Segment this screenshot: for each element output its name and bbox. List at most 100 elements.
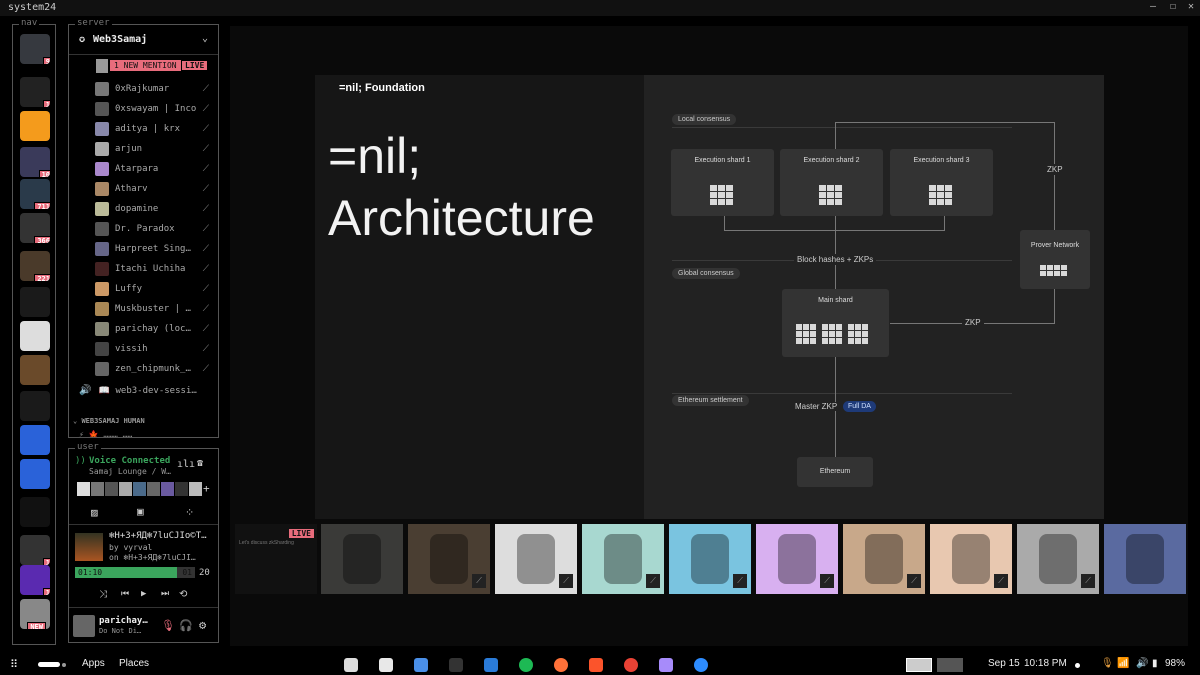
shuffle-icon[interactable]: ⤨ <box>99 589 107 600</box>
voice-participant-avatar[interactable] <box>161 482 174 496</box>
category-header[interactable]: ⌄ WEB3SAMAJ HUMAN <box>73 417 145 425</box>
nav-server-ossu[interactable] <box>20 459 50 489</box>
participant-tile[interactable]: ⟋ <box>843 524 925 594</box>
member-row[interactable]: Dr. Paradox ⟋ <box>95 220 215 238</box>
member-row[interactable]: zen_chipmunk_… ⟋ <box>95 360 215 378</box>
mute-icon[interactable]: 🎙 <box>161 619 175 632</box>
workspace-1[interactable] <box>906 658 932 672</box>
nav-server-uno[interactable] <box>20 111 50 141</box>
date[interactable]: Sep 15 <box>988 658 1020 669</box>
voice-participant-avatar[interactable] <box>189 482 202 496</box>
member-row[interactable]: aditya | krx ⟋ <box>95 120 215 138</box>
spotify-icon[interactable] <box>519 658 533 672</box>
nav-server-discord[interactable]: 9 <box>20 34 50 64</box>
participant-tile[interactable]: ⟋ <box>582 524 664 594</box>
nav-server-folder-group-3[interactable]: 366 <box>20 213 50 243</box>
member-row[interactable]: parichay (loc… ⟋ <box>95 320 215 338</box>
video-off-icon[interactable]: ▨ <box>91 506 98 519</box>
settings-gear-icon[interactable]: ⚙ <box>199 618 206 632</box>
text-editor-icon[interactable] <box>379 658 393 672</box>
nav-server-shield-server[interactable] <box>20 425 50 455</box>
files-icon[interactable] <box>414 658 428 672</box>
participant-tile[interactable]: ⟋ <box>408 524 490 594</box>
member-row[interactable]: 0xswayam | Inco ⟋ <box>95 100 215 118</box>
chevron-down-icon[interactable]: ⌄ <box>202 33 208 44</box>
member-row[interactable]: Luffy ⟋ <box>95 280 215 298</box>
nav-server-devpara[interactable]: 1 <box>20 565 50 595</box>
microphone-icon[interactable]: 🎙 <box>1101 658 1114 669</box>
play-icon[interactable]: ▶ <box>141 589 146 599</box>
nav-server-new-server[interactable]: NEW <box>20 599 50 629</box>
voice-participant-avatar[interactable] <box>105 482 118 496</box>
close-icon[interactable]: ✕ <box>1184 1 1198 12</box>
wifi-icon[interactable]: 📶 <box>1117 658 1129 669</box>
member-row[interactable]: 0xRajkumar ⟋ <box>95 80 215 98</box>
participant-tile[interactable]: ⟋ <box>669 524 751 594</box>
nav-server-server-2[interactable]: 1 <box>20 77 50 107</box>
minimize-icon[interactable]: — <box>1146 1 1160 12</box>
member-row[interactable]: Muskbuster | … ⟋ <box>95 300 215 318</box>
participant-tile[interactable] <box>321 524 403 594</box>
workspace-indicator[interactable] <box>38 662 60 667</box>
vscode-icon[interactable] <box>484 658 498 672</box>
add-icon[interactable]: + <box>203 482 210 495</box>
nav-server-t-server[interactable] <box>20 497 50 527</box>
participant-tile[interactable]: ⟋ <box>495 524 577 594</box>
discord-app-icon[interactable] <box>659 658 673 672</box>
progress-bar[interactable]: 01:10 01 <box>75 567 195 578</box>
member-row[interactable]: vissih ⟋ <box>95 340 215 358</box>
mention-row[interactable]: 1 NEW MENTION LIVE <box>95 59 215 73</box>
nav-server-folder-group-4[interactable]: 221 <box>20 251 50 281</box>
voice-participant-avatar[interactable] <box>77 482 90 496</box>
notification-dot[interactable] <box>1075 663 1080 668</box>
noise-suppression-icon[interactable]: ılı <box>177 459 195 470</box>
member-row[interactable]: Harpreet Sing… ⟋ <box>95 240 215 258</box>
nav-server-mail-server[interactable]: 1 <box>20 535 50 565</box>
volume-icon[interactable]: 🔊 <box>1136 658 1148 669</box>
voice-location[interactable]: Samaj Lounge / W… <box>89 467 171 476</box>
voice-participant-avatar[interactable] <box>147 482 160 496</box>
nav-server-triangle[interactable] <box>20 391 50 421</box>
previous-icon[interactable]: ⏮ <box>121 589 129 599</box>
clock[interactable]: 10:18 PM <box>1024 658 1067 669</box>
nav-server-folder[interactable] <box>20 287 50 317</box>
volume-value[interactable]: 20 <box>199 568 210 578</box>
member-row[interactable]: Itachi Uchiha ⟋ <box>95 260 215 278</box>
apps-menu[interactable]: Apps <box>82 658 105 669</box>
stream-tile[interactable]: LIVE Let's discuss zkSharding <box>235 524 317 594</box>
participant-tile[interactable] <box>1104 524 1186 594</box>
participant-tile[interactable]: ⟋ <box>930 524 1012 594</box>
zoom-icon[interactable] <box>694 658 708 672</box>
server-header[interactable]: ✪ Web3Samaj ⌄ <box>69 25 218 55</box>
nav-server-india-build[interactable] <box>20 355 50 385</box>
maximize-icon[interactable]: ☐ <box>1166 1 1180 12</box>
firefox-icon[interactable] <box>554 658 568 672</box>
voice-participant-avatar[interactable] <box>133 482 146 496</box>
user-avatar[interactable] <box>73 615 95 637</box>
headphones-icon[interactable]: 🎧 <box>179 619 193 632</box>
activities-icon[interactable]: ⁘ <box>185 506 194 519</box>
voice-participant-avatar[interactable] <box>91 482 104 496</box>
nav-server-folder-group-1[interactable]: 10 <box>20 147 50 177</box>
participant-tile[interactable]: ⟋ <box>1017 524 1099 594</box>
next-icon[interactable]: ⏭ <box>161 589 169 599</box>
workspace-2[interactable] <box>937 658 963 672</box>
new-mention-badge[interactable]: 1 NEW MENTION <box>110 60 181 71</box>
chrome-icon[interactable] <box>624 658 638 672</box>
brave-icon[interactable] <box>589 658 603 672</box>
nav-server-server-8[interactable] <box>20 321 50 351</box>
nav-server-folder-group-2[interactable]: 711 <box>20 179 50 209</box>
screen-share-icon[interactable]: ▣ <box>137 505 144 518</box>
voice-participant-avatar[interactable] <box>175 482 188 496</box>
repeat-icon[interactable]: ⟲ <box>179 589 187 600</box>
workspace-dot[interactable] <box>62 663 66 667</box>
member-row[interactable]: arjun ⟋ <box>95 140 215 158</box>
member-row[interactable]: dopamine ⟋ <box>95 200 215 218</box>
disconnect-icon[interactable]: ☎ <box>197 458 203 469</box>
participant-tile[interactable]: ⟋ <box>756 524 838 594</box>
voice-participant-avatar[interactable] <box>119 482 132 496</box>
voice-channel[interactable]: 🔊 📖 web3-dev-sessi… <box>79 385 214 401</box>
calculator-icon[interactable] <box>344 658 358 672</box>
places-menu[interactable]: Places <box>119 658 149 669</box>
member-row[interactable]: Atharv ⟋ <box>95 180 215 198</box>
